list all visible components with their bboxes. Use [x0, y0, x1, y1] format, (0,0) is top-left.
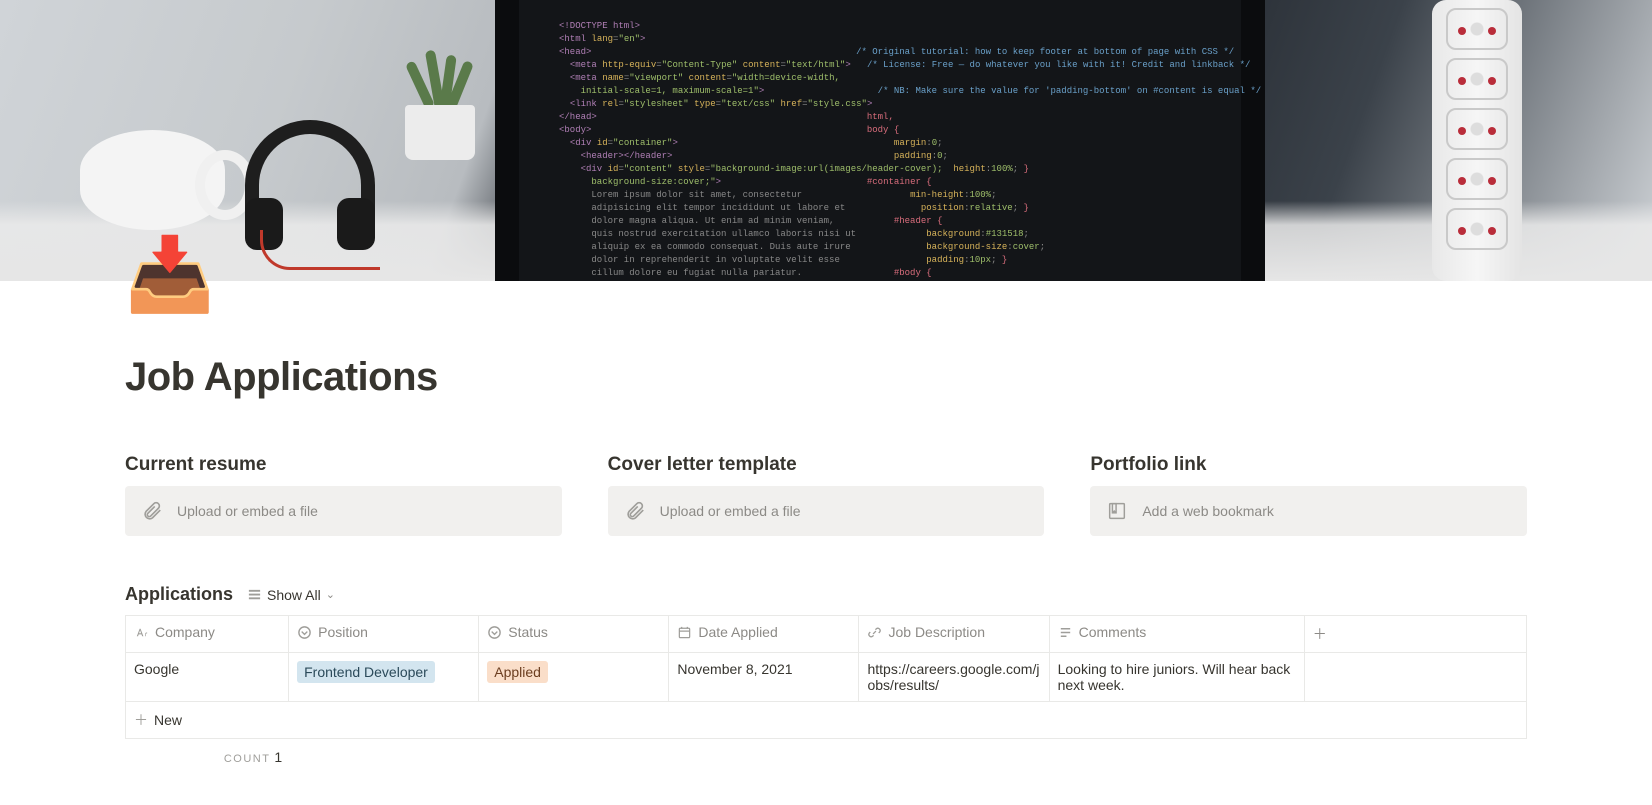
- portfolio-bookmark-label: Add a web bookmark: [1142, 503, 1274, 519]
- cell-status[interactable]: Applied: [479, 653, 669, 702]
- cell-date[interactable]: November 8, 2021: [669, 653, 859, 702]
- attachment-icon: [624, 500, 646, 522]
- cover-heading[interactable]: Cover letter template: [608, 454, 1045, 476]
- table-icon: [247, 587, 262, 602]
- cell-empty[interactable]: [1304, 653, 1526, 702]
- cover-image[interactable]: <!DOCTYPE html> <html lang="en"> <head> …: [0, 0, 1652, 281]
- cell-jd[interactable]: https://careers.google.com/jobs/results/: [859, 653, 1049, 702]
- view-selector[interactable]: Show All ⌄: [243, 585, 339, 605]
- column-header-comments[interactable]: Comments: [1049, 616, 1304, 653]
- database-title[interactable]: Applications: [125, 584, 233, 605]
- plus-icon: ＋: [134, 712, 148, 728]
- resume-heading[interactable]: Current resume: [125, 454, 562, 476]
- portfolio-heading[interactable]: Portfolio link: [1090, 454, 1527, 476]
- column-header-company[interactable]: Company: [126, 616, 289, 653]
- url-prop-icon: [867, 625, 882, 640]
- view-label: Show All: [267, 587, 321, 603]
- attachment-icon: [141, 500, 163, 522]
- add-column-button[interactable]: ＋: [1304, 616, 1526, 653]
- plus-icon: ＋: [1313, 626, 1327, 642]
- column-header-status[interactable]: Status: [479, 616, 669, 653]
- resume-upload-label: Upload or embed a file: [177, 503, 318, 519]
- cover-upload[interactable]: Upload or embed a file: [608, 486, 1045, 536]
- column-header-date[interactable]: Date Applied: [669, 616, 859, 653]
- page-title[interactable]: Job Applications: [125, 281, 1527, 400]
- cover-upload-label: Upload or embed a file: [660, 503, 801, 519]
- title-prop-icon: [134, 625, 149, 640]
- table-row[interactable]: Google Frontend Developer Applied Novemb…: [126, 653, 1527, 702]
- cell-company[interactable]: Google: [126, 653, 289, 702]
- text-prop-icon: [1058, 625, 1073, 640]
- count-aggregate[interactable]: COUNT1: [125, 739, 288, 765]
- select-prop-icon: [297, 625, 312, 640]
- cell-position[interactable]: Frontend Developer: [289, 653, 479, 702]
- chevron-down-icon: ⌄: [326, 588, 335, 601]
- select-prop-icon: [487, 625, 502, 640]
- page-icon[interactable]: 📥: [125, 239, 215, 311]
- column-header-position[interactable]: Position: [289, 616, 479, 653]
- portfolio-bookmark[interactable]: Add a web bookmark: [1090, 486, 1527, 536]
- applications-table: Company Position Status Date Applied Job…: [125, 615, 1527, 739]
- column-header-jd[interactable]: Job Description: [859, 616, 1049, 653]
- cell-comments[interactable]: Looking to hire juniors. Will hear back …: [1049, 653, 1304, 702]
- bookmark-icon: [1106, 500, 1128, 522]
- date-prop-icon: [677, 625, 692, 640]
- resume-upload[interactable]: Upload or embed a file: [125, 486, 562, 536]
- new-row-button[interactable]: ＋New: [126, 702, 1527, 739]
